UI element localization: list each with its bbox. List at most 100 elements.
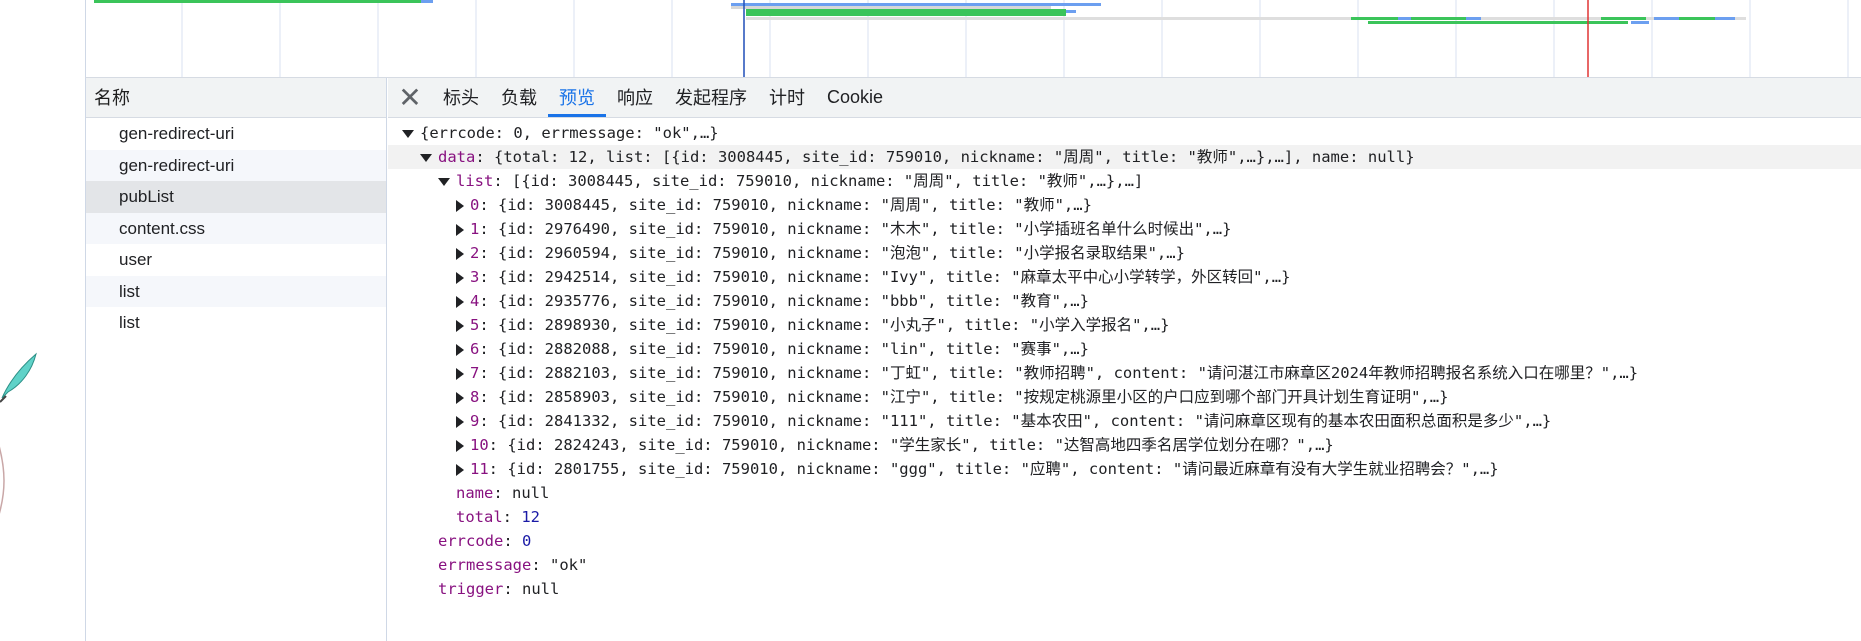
tree-key: errmessage — [438, 556, 532, 574]
expand-toggle-icon[interactable] — [456, 199, 464, 212]
expand-toggle-icon[interactable] — [456, 223, 464, 236]
list-items: 0: {id: 3008445, site_id: 759010, nickna… — [388, 193, 1861, 481]
expand-toggle-icon[interactable] — [456, 391, 464, 404]
list-item-summary: {id: 2942514, site_id: 759010, nickname:… — [498, 268, 1291, 286]
list-item-row[interactable]: 3: {id: 2942514, site_id: 759010, nickna… — [388, 265, 1861, 289]
close-icon[interactable]: ✕ — [388, 77, 432, 117]
expand-toggle-icon[interactable] — [456, 247, 464, 260]
timeline-request-bar — [1715, 17, 1735, 20]
request-item[interactable]: list — [86, 275, 386, 307]
list-item-row[interactable]: 4: {id: 2935776, site_id: 759010, nickna… — [388, 289, 1861, 313]
leaf-decoration-icon — [0, 352, 37, 403]
list-item-row[interactable]: 9: {id: 2841332, site_id: 759010, nickna… — [388, 409, 1861, 433]
list-item-summary: {id: 2898930, site_id: 759010, nickname:… — [498, 316, 1170, 334]
list-item-row[interactable]: 0: {id: 3008445, site_id: 759010, nickna… — [388, 193, 1861, 217]
tab-headers[interactable]: 标头 — [432, 77, 490, 117]
list-item-index: 9 — [470, 412, 480, 430]
list-item-index: 0 — [470, 196, 480, 214]
expand-toggle-icon[interactable] — [456, 343, 464, 356]
tab-preview[interactable]: 预览 — [548, 77, 606, 117]
list-item-row[interactable]: 2: {id: 2960594, site_id: 759010, nickna… — [388, 241, 1861, 265]
tree-value: null — [522, 580, 560, 598]
tree-row-data[interactable]: data: {total: 12, list: [{id: 3008445, s… — [388, 145, 1861, 169]
json-preview-tree: {errcode: 0, errmessage: "ok",…} data: {… — [388, 118, 1861, 601]
timeline-request-bar — [94, 0, 429, 3]
list-item-row[interactable]: 1: {id: 2976490, site_id: 759010, nickna… — [388, 217, 1861, 241]
expand-toggle-icon[interactable] — [456, 271, 464, 284]
list-item-row[interactable]: 8: {id: 2858903, site_id: 759010, nickna… — [388, 385, 1861, 409]
tab-response[interactable]: 响应 — [606, 77, 664, 117]
expand-toggle-icon[interactable] — [456, 415, 464, 428]
list-item-summary: {id: 2935776, site_id: 759010, nickname:… — [498, 292, 1089, 310]
request-list: gen-redirect-uri gen-redirect-uri pubLis… — [86, 118, 386, 339]
tab-timing[interactable]: 计时 — [758, 77, 816, 117]
request-item[interactable]: user — [86, 244, 386, 276]
expand-toggle-icon[interactable] — [456, 367, 464, 380]
list-item-row[interactable]: 5: {id: 2898930, site_id: 759010, nickna… — [388, 313, 1861, 337]
list-item-index: 2 — [470, 244, 480, 262]
tree-value: 0 — [522, 532, 532, 550]
expand-toggle-icon[interactable] — [402, 129, 414, 138]
arc-decoration-icon — [0, 446, 5, 514]
timeline-request-bar — [1368, 21, 1628, 24]
expand-toggle-icon[interactable] — [438, 177, 450, 186]
list-item-row[interactable]: 7: {id: 2882103, site_id: 759010, nickna… — [388, 361, 1861, 385]
request-item[interactable]: gen-redirect-uri — [86, 118, 386, 150]
name-column-header[interactable]: 名称 — [86, 78, 386, 118]
tree-row-trigger: trigger: null — [438, 580, 560, 598]
tree-value: null — [512, 484, 550, 502]
timeline-request-bar — [1631, 21, 1649, 24]
list-item-summary: {id: 2801755, site_id: 759010, nickname:… — [507, 460, 1499, 478]
list-item-index: 5 — [470, 316, 480, 334]
tab-cookies[interactable]: Cookie — [816, 77, 894, 117]
request-list-panel: 名称 gen-redirect-uri gen-redirect-uri pub… — [85, 78, 387, 641]
list-item-summary: {id: 2882088, site_id: 759010, nickname:… — [498, 340, 1089, 358]
tree-row-list[interactable]: list: [{id: 3008445, site_id: 759010, ni… — [388, 169, 1861, 193]
expand-toggle-icon[interactable] — [456, 463, 464, 476]
tree-key: errcode — [438, 532, 504, 550]
list-item-index: 8 — [470, 388, 480, 406]
tree-key: name — [456, 484, 494, 502]
list-item-summary: {id: 2841332, site_id: 759010, nickname:… — [498, 412, 1552, 430]
list-item-index: 4 — [470, 292, 480, 310]
tab-payload[interactable]: 负载 — [490, 77, 548, 117]
tree-key: total — [456, 508, 503, 526]
request-item[interactable]: content.css — [86, 212, 386, 244]
list-item-row[interactable]: 10: {id: 2824243, site_id: 759010, nickn… — [388, 433, 1861, 457]
tree-row-name: name: null — [456, 484, 550, 502]
list-item-summary: {id: 2858903, site_id: 759010, nickname:… — [498, 388, 1449, 406]
tree-row-total: total: 12 — [456, 508, 541, 526]
tab-initiator[interactable]: 发起程序 — [664, 77, 758, 117]
tree-value: "ok" — [550, 556, 588, 574]
tree-row-errmessage: errmessage: "ok" — [438, 556, 588, 574]
expand-toggle-icon[interactable] — [456, 319, 464, 332]
list-item-index: 11 — [470, 460, 489, 478]
request-item[interactable]: gen-redirect-uri — [86, 149, 386, 181]
list-item-index: 6 — [470, 340, 480, 358]
expand-toggle-icon[interactable] — [420, 153, 432, 162]
request-item-selected[interactable]: pubList — [86, 181, 386, 213]
list-item-summary: {id: 2882103, site_id: 759010, nickname:… — [498, 364, 1639, 382]
tree-value: 12 — [521, 508, 541, 526]
expand-toggle-icon[interactable] — [456, 295, 464, 308]
list-item-row[interactable]: 11: {id: 2801755, site_id: 759010, nickn… — [388, 457, 1861, 481]
tree-row-errcode: errcode: 0 — [438, 532, 532, 550]
timeline-request-bar — [1679, 17, 1715, 20]
timeline-request-bar — [1654, 17, 1679, 20]
request-item[interactable]: list — [86, 307, 386, 339]
expand-toggle-icon[interactable] — [456, 439, 464, 452]
list-item-summary: {id: 2824243, site_id: 759010, nickname:… — [507, 436, 1334, 454]
timeline-request-bar — [746, 9, 1066, 12]
list-item-index: 7 — [470, 364, 480, 382]
list-item-index: 3 — [470, 268, 480, 286]
tree-key: data — [438, 148, 476, 166]
network-timeline-overview[interactable] — [85, 0, 1861, 78]
list-item-row[interactable]: 6: {id: 2882088, site_id: 759010, nickna… — [388, 337, 1861, 361]
tree-key: trigger — [438, 580, 504, 598]
list-item-summary: {id: 2960594, site_id: 759010, nickname:… — [498, 244, 1185, 262]
tree-row-root[interactable]: {errcode: 0, errmessage: "ok",…} — [388, 121, 1861, 145]
timeline-request-bar — [1601, 17, 1646, 20]
list-summary: [{id: 3008445, site_id: 759010, nickname… — [512, 172, 1144, 190]
timeline-request-bar — [1466, 17, 1481, 20]
timeline-request-bar — [1411, 17, 1466, 20]
